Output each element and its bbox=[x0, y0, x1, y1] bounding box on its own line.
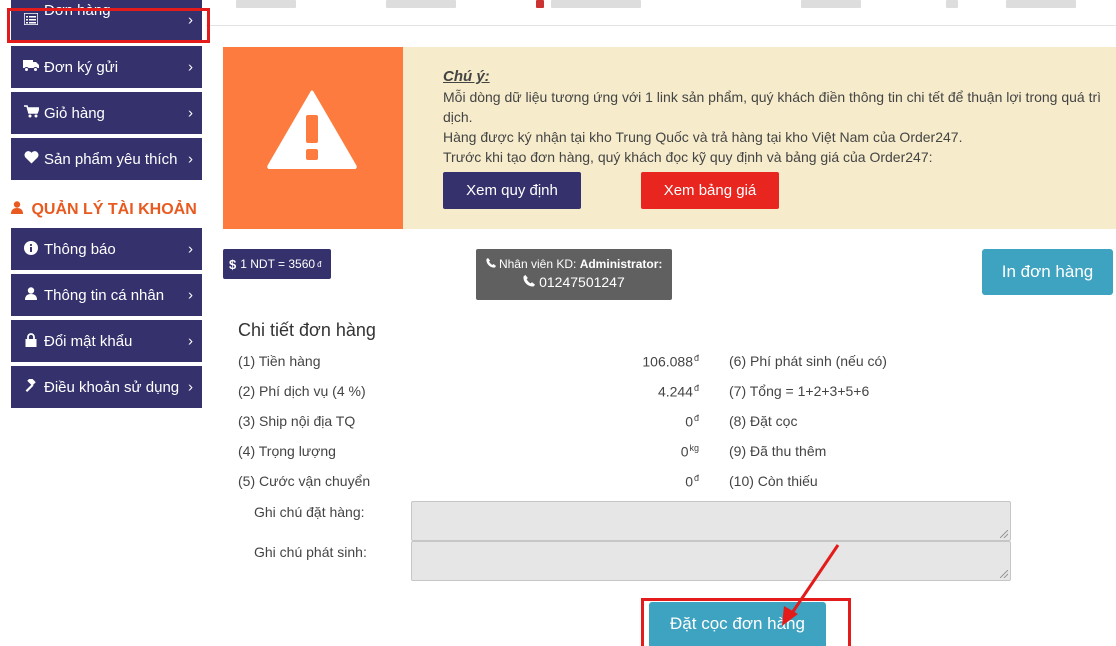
notice-line: Hàng được ký nhận tại kho Trung Quốc và … bbox=[443, 129, 963, 145]
chevron-right-icon: › bbox=[188, 378, 193, 396]
caution-heading: Chú ý: bbox=[443, 68, 490, 85]
detail-label: (2) Phí dịch vụ (4 %) bbox=[238, 383, 366, 399]
sidebar-item-change-password[interactable]: Đổi mật khẩu › bbox=[11, 320, 202, 362]
detail-label: (8) Đặt cọc bbox=[729, 413, 798, 429]
user-icon bbox=[22, 287, 40, 303]
warning-icon bbox=[267, 90, 357, 169]
resize-handle-icon[interactable] bbox=[1000, 570, 1008, 578]
detail-label: (1) Tiền hàng bbox=[238, 353, 321, 369]
detail-value: 0kg bbox=[680, 443, 699, 460]
highlight-box bbox=[7, 8, 210, 43]
staff-name: Administrator: bbox=[579, 257, 663, 271]
order-note-input[interactable] bbox=[411, 501, 1011, 541]
chevron-right-icon: › bbox=[188, 240, 193, 258]
sidebar-item-terms[interactable]: Điều khoản sử dụng › bbox=[11, 366, 202, 408]
sales-staff-card: Nhân viên KD: Administrator: 01247501247 bbox=[476, 249, 672, 300]
heart-icon bbox=[22, 151, 40, 167]
cart-icon bbox=[22, 105, 40, 121]
bookmark-bar bbox=[206, 0, 1116, 26]
sidebar-item-label: Đơn ký gửi bbox=[44, 58, 119, 76]
detail-label: (4) Trọng lượng bbox=[238, 443, 336, 459]
notice-line: dịch. bbox=[443, 109, 473, 125]
staff-phone: 01247501247 bbox=[539, 274, 625, 290]
sidebar-item-label: Giỏ hàng bbox=[44, 104, 105, 122]
chevron-right-icon: › bbox=[188, 286, 193, 304]
sidebar-item-profile[interactable]: Thông tin cá nhân › bbox=[11, 274, 202, 316]
dollar-icon: $ bbox=[229, 256, 237, 272]
user-icon bbox=[11, 201, 27, 217]
notice-content: Chú ý: Mỗi dòng dữ liệu tương ứng với 1 … bbox=[443, 67, 1101, 167]
detail-label: (10) Còn thiếu bbox=[729, 473, 818, 489]
order-note-label: Ghi chú đặt hàng: bbox=[254, 504, 365, 520]
detail-value: 0đ bbox=[685, 473, 699, 490]
detail-label: (3) Ship nội địa TQ bbox=[238, 413, 356, 429]
chevron-right-icon: › bbox=[188, 58, 193, 76]
view-rules-button[interactable]: Xem quy định bbox=[443, 172, 581, 209]
extra-note-label: Ghi chú phát sinh: bbox=[254, 544, 367, 560]
sidebar-item-cart[interactable]: Giỏ hàng › bbox=[11, 92, 202, 134]
chevron-right-icon: › bbox=[188, 150, 193, 168]
lock-icon bbox=[22, 332, 40, 350]
sidebar-item-consignment[interactable]: Đơn ký gửi › bbox=[11, 46, 202, 88]
sidebar-item-label: Thông báo bbox=[44, 240, 116, 258]
exchange-rate-badge: $ 1 NDT = 3560 đ bbox=[223, 249, 331, 279]
account-section-title: QUẢN LÝ TÀI KHOẢN bbox=[11, 201, 197, 219]
notice-line: Mỗi dòng dữ liệu tương ứng với 1 link sả… bbox=[443, 89, 1102, 105]
detail-label: (5) Cước vận chuyển bbox=[238, 473, 371, 489]
sidebar-item-label: Đổi mật khẩu bbox=[44, 332, 133, 350]
detail-label: (6) Phí phát sinh (nếu có) bbox=[729, 353, 887, 369]
warning-box bbox=[223, 47, 403, 229]
page: Đơn hàng › Đơn ký gửi › Giỏ hàng › Sản p… bbox=[0, 0, 1116, 646]
sidebar-item-notifications[interactable]: Thông báo › bbox=[11, 228, 202, 270]
phone-icon bbox=[486, 257, 499, 271]
resize-handle-icon[interactable] bbox=[1000, 530, 1008, 538]
gavel-icon bbox=[22, 376, 40, 396]
truck-icon bbox=[22, 59, 40, 75]
sidebar-item-label: Thông tin cá nhân bbox=[44, 286, 165, 304]
order-detail-title: Chi tiết đơn hàng bbox=[238, 320, 376, 340]
arrow-icon bbox=[782, 544, 840, 626]
print-order-button[interactable]: In đơn hàng bbox=[982, 249, 1113, 295]
phone-icon bbox=[523, 274, 539, 290]
staff-label: Nhân viên KD: bbox=[498, 257, 577, 271]
sidebar-item-label: Sản phẩm yêu thích bbox=[44, 150, 178, 168]
notice-line: Trước khi tạo đơn hàng, quý khách đọc kỹ… bbox=[443, 149, 933, 165]
info-icon bbox=[22, 240, 40, 258]
detail-value: 4.244đ bbox=[657, 383, 699, 400]
chevron-right-icon: › bbox=[188, 332, 193, 350]
sidebar: Đơn hàng › Đơn ký gửi › Giỏ hàng › Sản p… bbox=[0, 0, 206, 646]
detail-value: 0đ bbox=[685, 413, 699, 430]
detail-value: 106.088đ bbox=[642, 353, 699, 370]
sidebar-item-favorites[interactable]: Sản phẩm yêu thích › bbox=[11, 138, 202, 180]
extra-note-input[interactable] bbox=[411, 541, 1011, 581]
view-pricing-button[interactable]: Xem bảng giá bbox=[641, 172, 779, 209]
chevron-right-icon: › bbox=[188, 104, 193, 122]
detail-label: (7) Tổng = 1+2+3+5+6 bbox=[729, 383, 870, 399]
sidebar-item-label: Điều khoản sử dụng bbox=[44, 378, 180, 396]
detail-label: (9) Đã thu thêm bbox=[729, 443, 827, 459]
notice-banner: Chú ý: Mỗi dòng dữ liệu tương ứng với 1 … bbox=[223, 47, 1116, 229]
